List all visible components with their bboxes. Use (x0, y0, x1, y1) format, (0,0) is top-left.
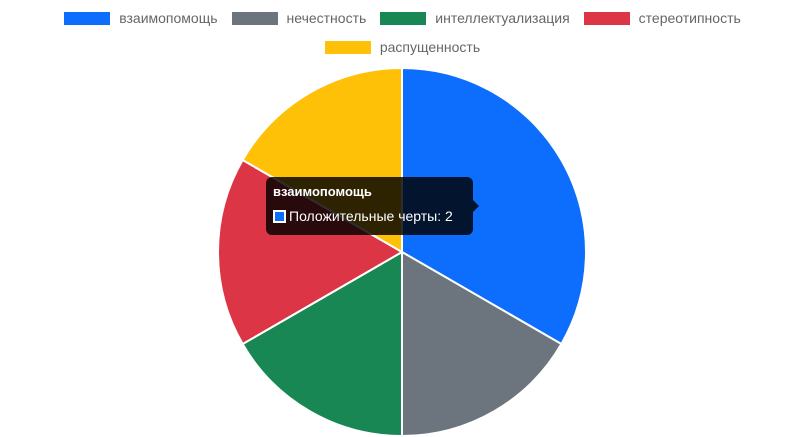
legend-swatch (324, 40, 371, 54)
tooltip-label: Положительные черты: 2 (289, 208, 453, 224)
legend-label: взаимопомощь (119, 10, 218, 26)
legend-swatch (231, 11, 278, 25)
legend-item[interactable]: интеллектуализация (380, 8, 570, 28)
legend-swatch (380, 11, 427, 25)
legend-item[interactable]: взаимопомощь (64, 8, 218, 28)
pie-slices: взаимопомощьнечестностьинтеллектуализаци… (217, 66, 587, 437)
chart-legend: взаимопомощь нечестность интеллектуализаци… (0, 8, 805, 57)
tooltip-body: Положительные черты: 2 (273, 208, 466, 225)
legend-label: нечестность (286, 10, 367, 26)
tooltip-caret (473, 200, 479, 212)
legend-label: распущенность (379, 39, 481, 55)
tooltip-title: взаимопомощь (273, 184, 372, 199)
pie-chart: взаимопомощь нечестность интеллектуализаци… (0, 0, 805, 437)
legend-swatch (64, 11, 111, 25)
legend-item[interactable]: стереотипность (583, 8, 741, 28)
tooltip-color-swatch (273, 210, 286, 223)
legend-swatch (583, 11, 630, 25)
legend-item[interactable]: нечестность (231, 8, 367, 28)
legend-label: интеллектуализация (435, 10, 570, 26)
chart-tooltip: взаимопомощь Положительные черты: 2 (266, 177, 479, 235)
legend-label: стереотипность (638, 10, 741, 26)
legend-item[interactable]: распущенность (324, 37, 481, 57)
